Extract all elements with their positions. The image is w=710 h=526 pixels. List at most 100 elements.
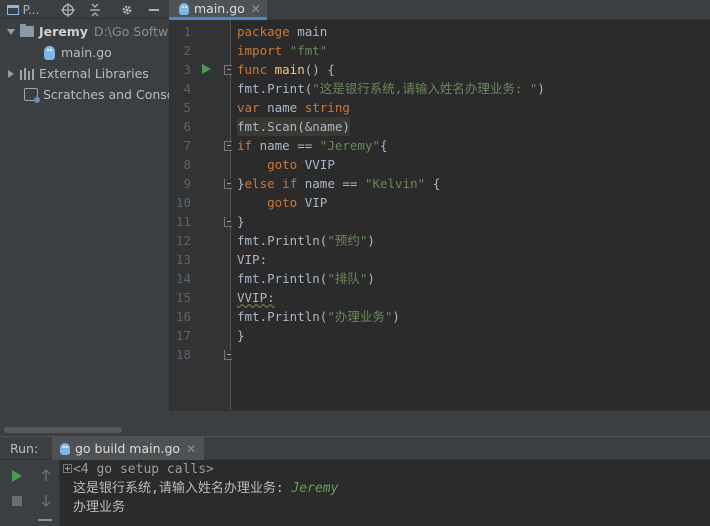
rerun-icon[interactable] — [12, 470, 22, 482]
code-token: name == — [297, 176, 365, 191]
up-arrow-icon[interactable] — [40, 468, 52, 482]
code-token: name == — [252, 138, 320, 153]
line-number: 1 — [183, 24, 191, 39]
code-line: fmt.Println("预约") — [237, 231, 375, 250]
down-arrow-icon[interactable] — [40, 494, 52, 508]
code-line: if name == "Jeremy"{ — [237, 136, 388, 155]
run-label: Run: — [10, 441, 39, 456]
code-token: ) — [537, 81, 545, 96]
code-token: func — [237, 62, 268, 77]
code-token: { — [425, 176, 441, 191]
code-line: } — [237, 326, 245, 345]
collapse-arrow-icon[interactable] — [6, 69, 16, 79]
tab-label: main.go — [194, 1, 245, 16]
code-token: fmt.Print( — [237, 81, 313, 96]
collapse-all-icon[interactable] — [85, 0, 105, 19]
code-token: goto — [237, 157, 298, 172]
tab-main-go[interactable]: main.go ✕ — [169, 0, 267, 20]
code-token: if — [237, 138, 253, 153]
line-number: 11 — [175, 214, 191, 229]
code-token: { — [380, 138, 388, 153]
code-token: goto — [237, 195, 298, 210]
code-token: } — [237, 214, 245, 229]
code-line: VVIP: — [237, 288, 275, 307]
editor-gutter: 1 2 3 4 5 6 7 8 9 10 11 12 13 14 15 16 1… — [169, 20, 234, 410]
editor-tab-bar: main.go ✕ — [169, 0, 710, 20]
project-name: Jeremy — [39, 24, 88, 39]
code-token: import — [237, 43, 283, 58]
code-line: fmt.Print("这是银行系统,请输入姓名办理业务: ") — [237, 79, 545, 98]
go-file-icon — [60, 442, 70, 455]
code-token: fmt.Println( — [237, 309, 328, 324]
line-number: 12 — [175, 233, 191, 248]
code-token: string — [304, 100, 350, 115]
tree-item-external-libraries[interactable]: External Libraries — [6, 63, 149, 84]
locate-icon[interactable] — [58, 0, 78, 19]
run-toolbar — [0, 460, 60, 526]
code-token: "预约" — [327, 233, 368, 248]
code-token: "fmt" — [282, 43, 328, 58]
line-number: 4 — [183, 81, 191, 96]
code-token: fmt.Println( — [237, 271, 328, 286]
gear-icon[interactable] — [116, 0, 138, 19]
code-line: goto VVIP — [237, 155, 335, 174]
go-file-icon — [179, 2, 189, 15]
code-line: }else if name == "Kelvin" { — [237, 174, 440, 193]
code-token: () { — [304, 62, 335, 77]
console-prompt-text: 这是银行系统,请输入姓名办理业务: — [73, 481, 292, 496]
line-number: 18 — [175, 347, 191, 362]
tree-item-project-root[interactable]: Jeremy D:\Go Softwa — [6, 21, 169, 42]
run-tab-go-build[interactable]: go build main.go ✕ — [52, 437, 205, 460]
code-token: "排队" — [327, 271, 368, 286]
line-number: 16 — [175, 309, 191, 324]
code-token: "办理业务" — [327, 309, 393, 324]
tree-item-main-go[interactable]: main.go — [44, 42, 112, 63]
console-user-input: Jeremy — [291, 481, 339, 496]
code-token: "这是银行系统,请输入姓名办理业务: " — [312, 81, 538, 96]
hide-panel-icon[interactable] — [144, 0, 164, 19]
line-number: 10 — [175, 195, 191, 210]
tree-item-label: main.go — [61, 45, 112, 60]
code-token: VVIP — [297, 157, 335, 172]
code-line: VIP: — [237, 250, 267, 269]
expand-icon[interactable] — [63, 464, 72, 473]
code-token: package — [237, 24, 290, 39]
code-line: fmt.Println("排队") — [237, 269, 375, 288]
code-token: } — [237, 328, 245, 343]
stop-icon[interactable] — [12, 496, 22, 506]
code-token: "Jeremy" — [319, 138, 381, 153]
run-console-output[interactable]: <4 go setup calls> 这是银行系统,请输入姓名办理业务: Jer… — [61, 460, 710, 526]
run-gutter-icon[interactable] — [202, 64, 211, 74]
console-line-prompt: 这是银行系统,请输入姓名办理业务: Jeremy — [73, 480, 338, 498]
code-token: VVIP: — [237, 290, 275, 305]
line-number: 3 — [183, 62, 191, 77]
code-token: ) — [367, 271, 375, 286]
code-line: import "fmt" — [237, 41, 327, 60]
code-token: main — [267, 62, 305, 77]
run-panel-header: Run: go build main.go ✕ — [0, 436, 710, 460]
tree-item-scratches[interactable]: Scratches and Consol — [24, 84, 169, 105]
library-icon — [20, 67, 34, 80]
go-file-icon — [44, 45, 55, 60]
project-view-selector[interactable]: P... — [4, 0, 42, 19]
close-icon[interactable]: ✕ — [186, 442, 196, 456]
close-icon[interactable]: ✕ — [251, 2, 261, 16]
line-number: 15 — [175, 290, 191, 305]
code-token: fmt.Println( — [237, 233, 328, 248]
code-editor[interactable]: package main import "fmt" func main() { … — [232, 20, 710, 410]
code-line: func main() { — [237, 60, 335, 79]
code-token: main — [289, 24, 328, 39]
console-line-setup-calls[interactable]: <4 go setup calls> — [73, 461, 214, 479]
code-token: else — [244, 176, 275, 191]
console-line-result: 办理业务 — [73, 500, 126, 515]
code-token: fmt.Scan(&name) — [237, 119, 350, 134]
horizontal-scrollbar[interactable] — [4, 427, 122, 433]
code-token: ) — [367, 233, 375, 248]
project-view-label: P... — [22, 2, 40, 17]
scroll-end-icon[interactable] — [38, 519, 52, 521]
code-token: var — [237, 100, 260, 115]
expand-arrow-icon[interactable] — [6, 27, 16, 37]
folder-icon — [20, 24, 34, 37]
code-token: } — [237, 176, 245, 191]
line-number: 2 — [183, 43, 191, 58]
